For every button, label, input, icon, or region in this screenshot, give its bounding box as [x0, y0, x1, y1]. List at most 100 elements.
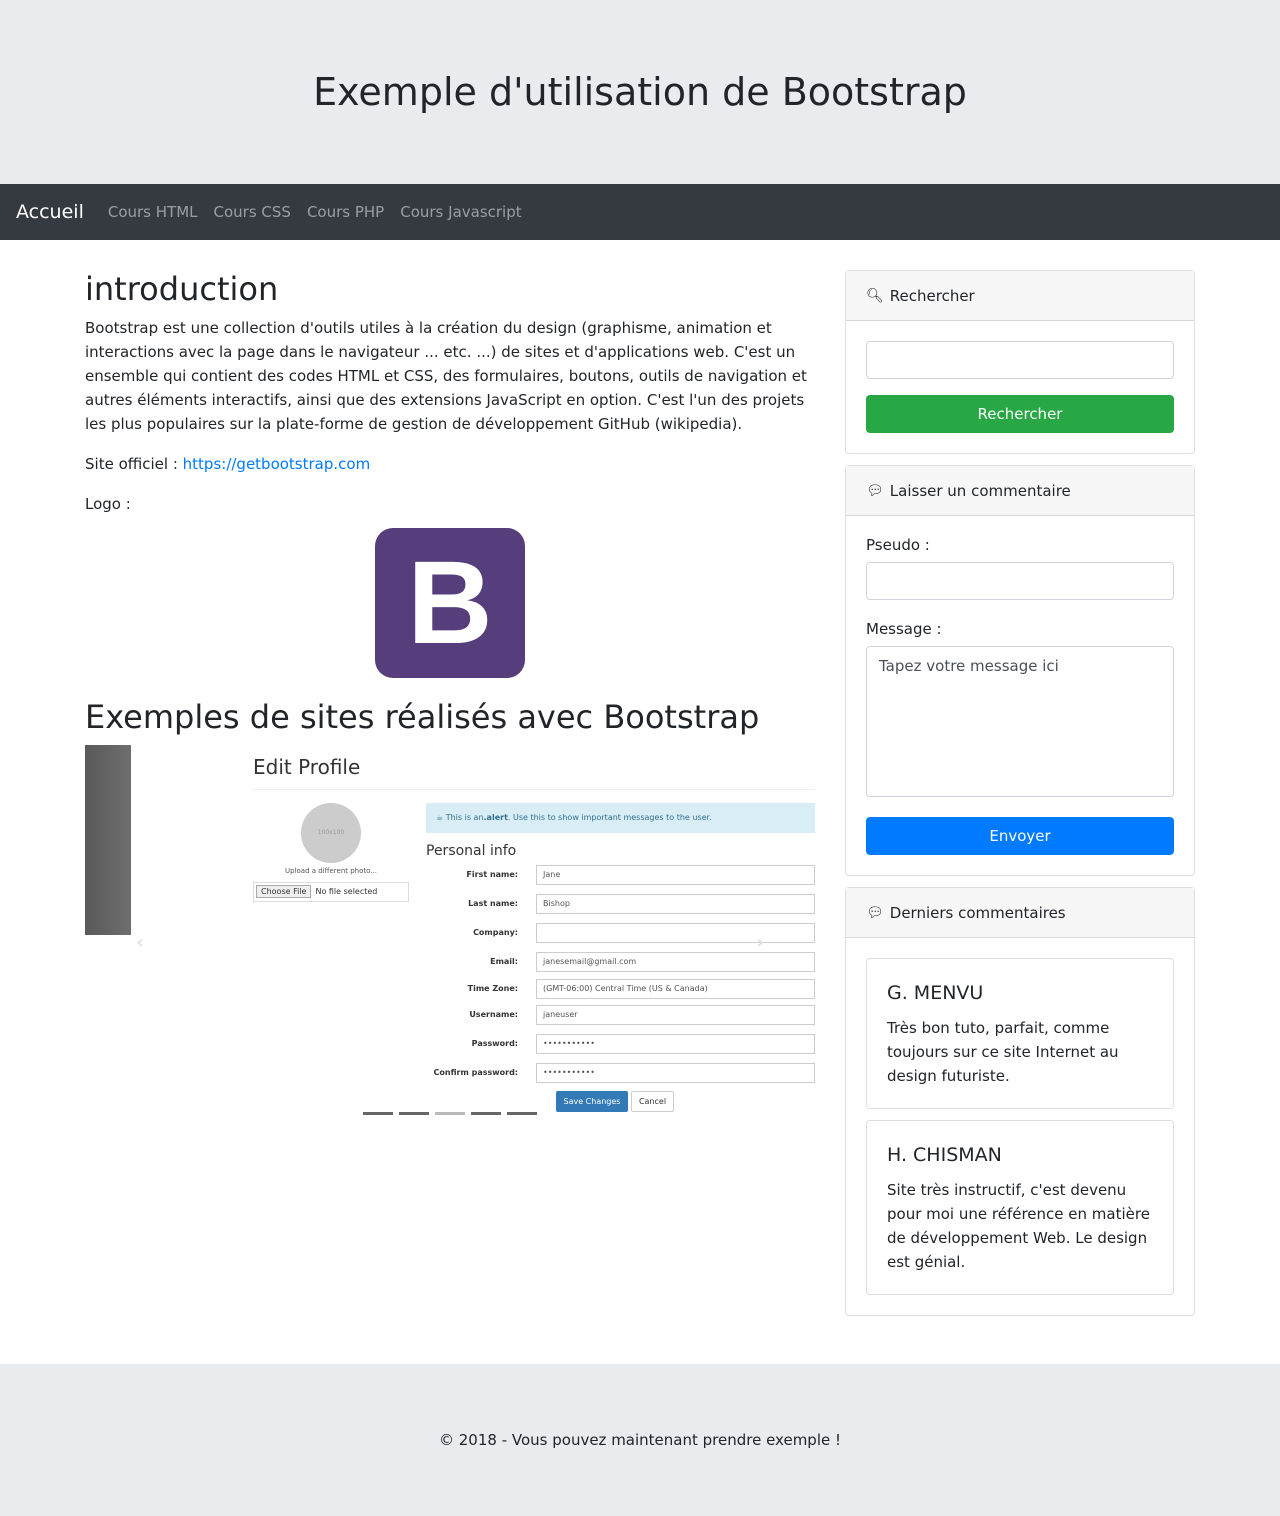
page-title: Exemple d'utilisation de Bootstrap [313, 70, 967, 114]
search-button[interactable]: Rechercher [866, 395, 1174, 433]
search-icon: 🔍︎ [866, 287, 884, 304]
field-value: Jane [536, 864, 815, 885]
field-label: Password: [471, 1039, 518, 1049]
section-title: Personal info [426, 842, 517, 859]
pseudo-input[interactable] [866, 562, 1174, 600]
carousel-previous-slide-edge [85, 744, 131, 935]
search-card: 🔍︎ Rechercher Rechercher [845, 270, 1195, 454]
choose-file-button: Choose File [256, 885, 312, 899]
field-value: (GMT-06:00) Central Time (US & Canada) [536, 978, 815, 999]
field-value: Bishop [536, 893, 815, 914]
search-card-header: 🔍︎ Rechercher [846, 271, 1194, 321]
upload-text: Upload a different photo... [285, 866, 377, 875]
slide-title: Edit Profile [253, 754, 361, 779]
pseudo-group: Pseudo : [866, 536, 1174, 600]
content-container: introduction Bootstrap est une collectio… [85, 240, 1195, 1364]
carousel-indicator[interactable] [363, 1111, 393, 1115]
carousel-slide-edit-profile: Edit Profile 100x100 Upload a different … [237, 744, 815, 1135]
cancel-button: Cancel [631, 1090, 674, 1112]
field-label: Confirm password: [433, 1068, 518, 1078]
message-label: Message : [866, 620, 942, 638]
navbar: Accueil Cours HTML Cours CSS Cours PHP C… [0, 184, 1280, 240]
latest-comments-header: 💬︎ Derniers commentaires [846, 888, 1194, 938]
info-alert: ☕ This is an .alert. Use this to show im… [426, 802, 815, 833]
form-row: First name: Jane [426, 864, 815, 885]
carousel-indicators [363, 1111, 537, 1115]
form-row: Username: janeuser [426, 1004, 815, 1025]
field-label: First name: [466, 870, 518, 880]
search-card-title: Rechercher [889, 286, 975, 305]
comment-author: G. MENVU [887, 982, 984, 1004]
form-row: Password: ••••••••••• [426, 1033, 815, 1054]
save-changes-button: Save Changes [556, 1090, 628, 1112]
carousel-indicator[interactable] [507, 1111, 537, 1115]
field-label: Email: [490, 957, 518, 967]
official-site-link[interactable]: https://getbootstrap.com [183, 455, 371, 473]
intro-heading: introduction [85, 270, 279, 308]
official-site-line: Site officiel : https://getbootstrap.com [85, 452, 815, 476]
comment-card: H. CHISMAN Site très instructif, c'est d… [866, 1120, 1174, 1295]
latest-comments-card: 💬︎ Derniers commentaires G. MENVU Très b… [845, 887, 1195, 1316]
comment-form-title: Laisser un commentaire [889, 481, 1071, 500]
comment-card: G. MENVU Très bon tuto, parfait, comme t… [866, 958, 1174, 1109]
message-textarea[interactable] [866, 646, 1174, 797]
comment-author: H. CHISMAN [887, 1144, 1002, 1166]
logo-label: Logo : [85, 495, 131, 514]
search-card-body: Rechercher [846, 321, 1194, 453]
official-site-label: Site officiel : [85, 455, 183, 474]
avatar: 100x100 [301, 802, 361, 863]
footer-text: © 2018 - Vous pouvez maintenant prendre … [438, 1431, 842, 1449]
nav-link-javascript[interactable]: Cours Javascript [400, 203, 521, 221]
comment-text: Site très instructif, c'est devenu pour … [887, 1181, 1150, 1271]
carousel-indicator[interactable] [435, 1111, 465, 1115]
search-input[interactable] [866, 341, 1174, 379]
logo-wrapper: B [85, 528, 815, 679]
field-label: Username: [469, 1010, 518, 1020]
latest-comments-body: G. MENVU Très bon tuto, parfait, comme t… [846, 938, 1194, 1315]
examples-heading: Exemples de sites réalisés avec Bootstra… [85, 698, 760, 737]
file-status: No file selected [315, 887, 378, 897]
nav-brand-accueil[interactable]: Accueil [16, 201, 84, 223]
intro-text: Bootstrap est une collection d'outils ut… [85, 319, 807, 434]
form-row: Confirm password: ••••••••••• [426, 1062, 815, 1083]
field-label: Time Zone: [467, 984, 518, 994]
carousel-indicator[interactable] [399, 1111, 429, 1115]
bootstrap-logo: B [375, 528, 525, 679]
carousel-indicator[interactable] [471, 1111, 501, 1115]
carousel-prev-icon[interactable]: ‹ [130, 932, 150, 953]
field-value: janeuser [536, 1004, 815, 1025]
field-value [536, 922, 815, 943]
field-value: ••••••••••• [536, 1033, 815, 1054]
send-button[interactable]: Envoyer [866, 817, 1174, 855]
footer: © 2018 - Vous pouvez maintenant prendre … [0, 1364, 1280, 1516]
field-label: Company: [473, 928, 518, 938]
field-value: ••••••••••• [536, 1062, 815, 1083]
field-label: Last name: [468, 899, 518, 909]
comment-form-header: 💬︎ Laisser un commentaire [846, 466, 1194, 516]
form-row: Email: janesemail@gmail.com [426, 951, 815, 972]
form-row: Time Zone: (GMT-06:00) Central Time (US &… [426, 978, 815, 999]
examples-carousel[interactable]: Edit Profile 100x100 Upload a different … [85, 744, 815, 1135]
comment-text: Très bon tuto, parfait, comme toujours s… [887, 1019, 1119, 1085]
file-input: Choose File No file selected [253, 881, 409, 902]
comment-form-card: 💬︎ Laisser un commentaire Pseudo : Messa… [845, 465, 1195, 876]
comment-form-body: Pseudo : Message : Envoyer [846, 516, 1194, 875]
carousel-next-icon[interactable]: › [750, 932, 770, 953]
comments-icon: 💬︎ [866, 904, 884, 921]
comments-icon: 💬︎ [866, 482, 884, 499]
message-group: Message : [866, 620, 1174, 801]
slide-divider [253, 788, 815, 790]
alert-icon: ☕ [436, 813, 446, 823]
nav-link-css[interactable]: Cours CSS [214, 203, 291, 221]
field-value: janesemail@gmail.com [536, 951, 815, 972]
nav-link-php[interactable]: Cours PHP [307, 203, 384, 221]
alert-bold: .alert [483, 813, 508, 823]
alert-prefix: This is an [445, 813, 484, 823]
alert-suffix: . Use this to show important messages to… [507, 813, 712, 823]
pseudo-label: Pseudo : [866, 536, 930, 554]
sidebar: 🔍︎ Rechercher Rechercher 💬︎ Laisser un c… [845, 270, 1195, 1327]
nav-link-html[interactable]: Cours HTML [108, 203, 198, 221]
jumbotron: Exemple d'utilisation de Bootstrap [0, 0, 1280, 184]
form-row: Last name: Bishop [426, 893, 815, 914]
latest-comments-title: Derniers commentaires [889, 903, 1066, 922]
